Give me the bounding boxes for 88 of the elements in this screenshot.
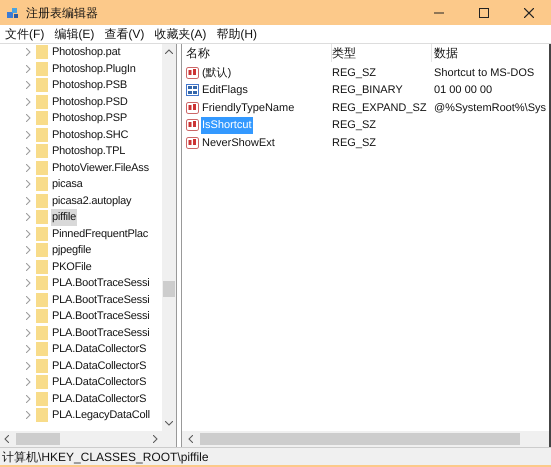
- scrollbar-thumb[interactable]: [16, 433, 60, 445]
- tree-item[interactable]: Photoshop.pat: [51, 44, 122, 60]
- tree-item[interactable]: picasa2.autoplay: [51, 192, 132, 209]
- string-value-icon: [186, 119, 199, 132]
- folder-icon: [36, 128, 48, 142]
- folder-icon: [36, 358, 48, 373]
- string-value-icon: [186, 66, 199, 79]
- tree-item[interactable]: Photoshop.PSB: [51, 77, 128, 94]
- tree-item[interactable]: Photoshop.TPL: [51, 143, 126, 160]
- column-header[interactable]: 数据: [434, 46, 458, 60]
- folder-icon: [36, 292, 48, 307]
- folder-icon: [36, 144, 48, 158]
- binary-value-icon: [186, 84, 199, 96]
- value-type: REG_BINARY: [332, 83, 404, 98]
- value-name[interactable]: NeverShowExt: [201, 134, 276, 151]
- value-name[interactable]: FriendlyTypeName: [201, 100, 296, 116]
- value-type: REG_EXPAND_SZ: [332, 100, 428, 116]
- tree-item[interactable]: pjpegfile: [51, 242, 92, 258]
- menu-item[interactable]: 收藏夹(A): [149, 25, 212, 43]
- menu-item[interactable]: 编辑(E): [49, 25, 100, 43]
- scrollbar-thumb[interactable]: [200, 433, 520, 445]
- scroll-up-icon: [165, 49, 173, 54]
- scroll-left-icon: [188, 435, 193, 443]
- value-data: @%SystemRoot%\Sys: [433, 100, 546, 116]
- folder-icon: [36, 194, 48, 208]
- tree-item[interactable]: PLA.BootTraceSessi: [51, 324, 150, 341]
- horizontal-scrollbar[interactable]: [182, 431, 549, 447]
- tree-item[interactable]: PLA.DataCollectorS: [51, 390, 148, 407]
- folder-icon: [36, 226, 48, 241]
- folder-icon: [36, 243, 48, 258]
- scrollbar-thumb[interactable]: [163, 281, 175, 297]
- tree-item[interactable]: Photoshop.PSD: [51, 94, 129, 110]
- value-data: Shortcut to MS-DOS: [433, 66, 534, 80]
- folder-icon: [36, 177, 48, 192]
- registry-app-icon: [6, 6, 20, 20]
- folder-icon: [36, 276, 48, 290]
- tree-item[interactable]: PLA.BootTraceSessi: [51, 308, 150, 324]
- tree-item[interactable]: PLA.BootTraceSessi: [51, 292, 150, 308]
- tree-item[interactable]: PLA.LegacyDataColl: [51, 407, 151, 424]
- close-icon: [524, 8, 534, 18]
- folder-icon: [36, 408, 48, 422]
- value-type: REG_SZ: [332, 66, 378, 80]
- folder-icon: [36, 160, 48, 175]
- tree-item[interactable]: Photoshop.SHC: [51, 126, 130, 143]
- folder-icon: [36, 111, 48, 126]
- folder-icon: [36, 260, 48, 274]
- folder-icon: [36, 342, 48, 356]
- string-value-icon: [186, 102, 199, 114]
- column-header[interactable]: 类型: [332, 46, 356, 60]
- folder-icon: [36, 94, 48, 109]
- menu-item[interactable]: 文件(F): [0, 25, 50, 43]
- tree-item[interactable]: Photoshop.PlugIn: [51, 60, 137, 77]
- menu-item[interactable]: 查看(V): [99, 25, 150, 43]
- tree-item[interactable]: PLA.BootTraceSessi: [51, 275, 150, 292]
- tree-item[interactable]: PLA.DataCollectorS: [51, 358, 148, 374]
- tree-item[interactable]: Photoshop.PSP: [51, 110, 128, 126]
- maximize-icon: [478, 8, 488, 18]
- string-value-icon: [186, 136, 199, 149]
- folder-icon: [36, 392, 48, 406]
- tree-item[interactable]: PLA.DataCollectorS: [51, 374, 148, 390]
- folder-icon: [36, 78, 48, 92]
- folder-icon: [36, 309, 48, 324]
- value-data: 01 00 00 00: [433, 83, 492, 98]
- scroll-left-icon: [4, 435, 9, 443]
- tree-item[interactable]: PLA.DataCollectorS: [51, 341, 148, 358]
- minimize-icon: [434, 12, 444, 14]
- column-header[interactable]: 名称: [186, 46, 210, 60]
- scroll-down-icon: [165, 421, 173, 426]
- folder-icon: [36, 326, 48, 340]
- tree-item[interactable]: PKOFile: [51, 258, 93, 275]
- folder-icon: [36, 375, 48, 390]
- menu-item[interactable]: 帮助(H): [211, 25, 262, 43]
- value-name[interactable]: EditFlags: [201, 82, 249, 98]
- vertical-scrollbar[interactable]: [162, 44, 176, 431]
- scroll-right-icon: [153, 435, 158, 443]
- tree-item[interactable]: PinnedFrequentPlac: [51, 226, 150, 242]
- tree-item[interactable]: PhotoViewer.FileAss: [51, 160, 150, 176]
- status-bar-path: 计算机\HKEY_CLASSES_ROOT\piffile: [2, 448, 209, 466]
- horizontal-scrollbar[interactable]: [0, 431, 176, 447]
- value-type: REG_SZ: [332, 118, 378, 133]
- window-title: 注册表编辑器: [26, 4, 98, 22]
- tree-item[interactable]: piffile: [51, 209, 78, 226]
- tree-item[interactable]: picasa: [51, 176, 84, 192]
- value-type: REG_SZ: [332, 136, 378, 150]
- folder-icon: [36, 62, 48, 76]
- folder-icon: [36, 210, 48, 224]
- folder-icon: [36, 45, 48, 60]
- value-name[interactable]: (默认): [201, 64, 232, 81]
